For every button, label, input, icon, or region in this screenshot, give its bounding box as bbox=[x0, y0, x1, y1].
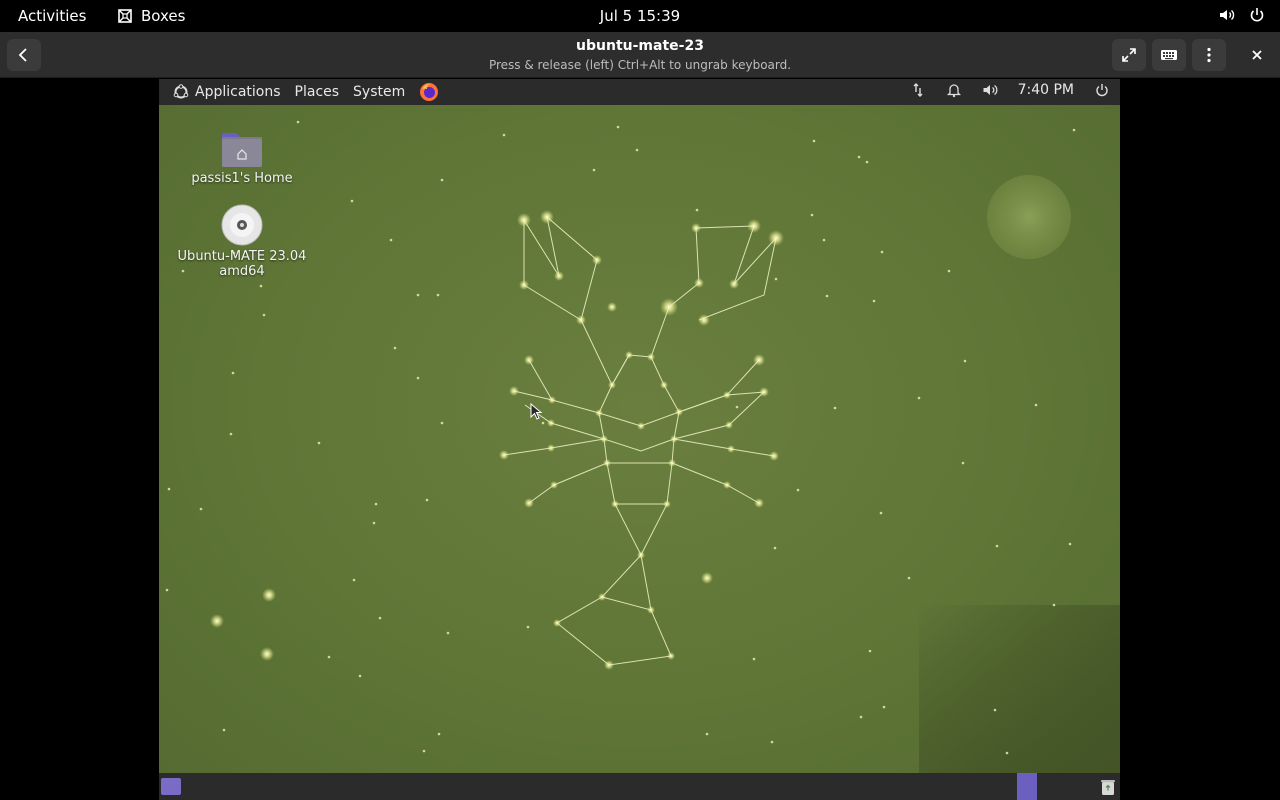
places-menu[interactable]: Places bbox=[295, 84, 340, 100]
system-menu[interactable]: System bbox=[353, 84, 405, 100]
show-desktop-button[interactable] bbox=[161, 778, 181, 795]
activities-button[interactable]: Activities bbox=[18, 7, 86, 25]
boxes-header-bar: ubuntu-mate-23 Press & release (left) Ct… bbox=[0, 32, 1280, 78]
network-icon[interactable] bbox=[910, 82, 926, 98]
close-button[interactable] bbox=[1240, 39, 1274, 71]
applications-label: Applications bbox=[195, 84, 281, 100]
power-icon[interactable] bbox=[1094, 82, 1110, 98]
vm-title: ubuntu-mate-23 bbox=[576, 38, 704, 54]
applications-menu[interactable]: Applications bbox=[173, 84, 281, 100]
mate-tray: 7:40 PM bbox=[910, 82, 1110, 98]
clock[interactable]: Jul 5 15:39 bbox=[600, 7, 680, 25]
mate-bottom-panel bbox=[159, 773, 1120, 800]
boxes-app-icon bbox=[118, 9, 132, 23]
moon-shape bbox=[987, 175, 1071, 259]
desktop[interactable]: passis1's Home Ubuntu-MATE 23.04 amd64 bbox=[159, 105, 1120, 773]
vm-display[interactable]: Applications Places System 7:40 PM passi… bbox=[159, 79, 1120, 800]
volume-icon[interactable] bbox=[982, 82, 998, 98]
app-menu-label: Boxes bbox=[141, 7, 186, 25]
firefox-launcher[interactable] bbox=[419, 82, 439, 102]
lobster-stars bbox=[210, 210, 784, 670]
ubuntu-mate-logo-icon bbox=[173, 84, 189, 99]
firefox-icon bbox=[420, 83, 439, 101]
notification-bell-icon[interactable] bbox=[946, 82, 962, 98]
fullscreen-icon bbox=[1122, 48, 1136, 62]
mate-clock[interactable]: 7:40 PM bbox=[1018, 82, 1074, 98]
desktop-icon-dvd[interactable]: Ubuntu-MATE 23.04 amd64 bbox=[177, 203, 307, 279]
menu-icon bbox=[1207, 47, 1211, 63]
workspace-switcher[interactable] bbox=[1017, 773, 1037, 800]
vm-subtitle: Press & release (left) Ctrl+Alt to ungra… bbox=[488, 58, 792, 72]
system-tray[interactable] bbox=[1218, 6, 1266, 24]
home-folder-icon bbox=[222, 133, 262, 167]
mouse-cursor-icon bbox=[530, 403, 543, 420]
keyboard-icon bbox=[1161, 50, 1177, 60]
gnome-top-bar: Activities Boxes Jul 5 15:39 bbox=[0, 0, 1280, 32]
volume-icon[interactable] bbox=[1218, 6, 1236, 24]
trash-icon[interactable] bbox=[1099, 778, 1117, 796]
back-icon bbox=[18, 48, 27, 62]
keyboard-button[interactable] bbox=[1152, 39, 1186, 71]
close-icon bbox=[1252, 50, 1262, 60]
dvd-icon bbox=[221, 204, 263, 246]
fullscreen-button[interactable] bbox=[1112, 39, 1146, 71]
app-menu[interactable]: Boxes bbox=[117, 7, 185, 25]
menu-button[interactable] bbox=[1192, 39, 1226, 71]
back-button[interactable] bbox=[7, 39, 41, 71]
desktop-icon-home[interactable]: passis1's Home bbox=[177, 127, 307, 186]
desktop-icon-label-line1: Ubuntu-MATE 23.04 bbox=[177, 249, 307, 264]
power-icon[interactable] bbox=[1248, 6, 1266, 24]
desktop-icon-label: passis1's Home bbox=[191, 171, 293, 186]
mate-top-panel: Applications Places System 7:40 PM bbox=[159, 79, 1120, 105]
desktop-icon-label-line2: amd64 bbox=[219, 264, 265, 279]
